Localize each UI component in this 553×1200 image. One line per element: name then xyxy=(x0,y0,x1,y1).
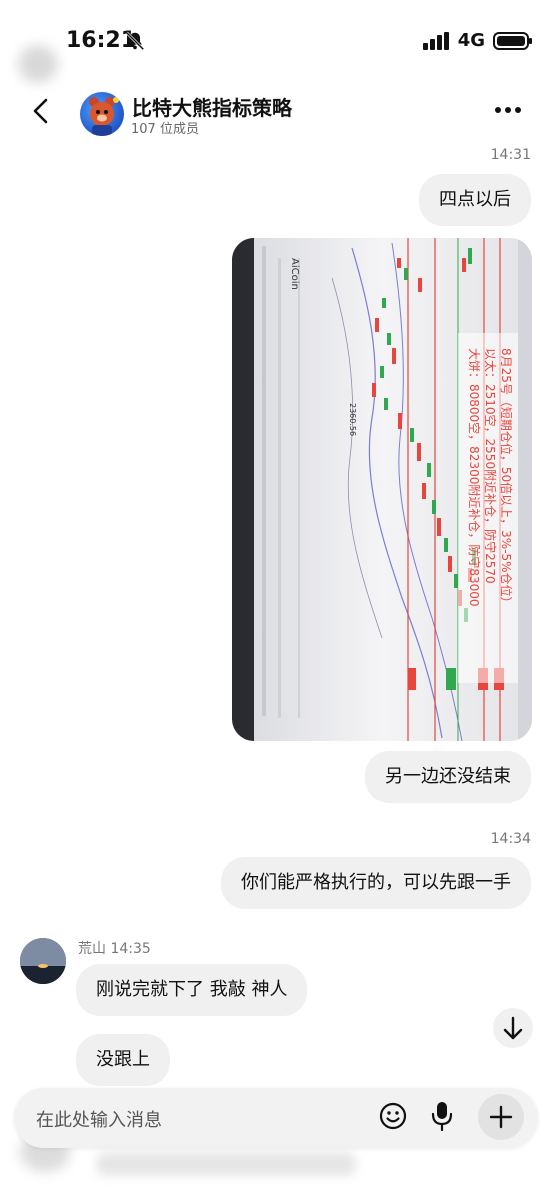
group-title[interactable]: 比特大熊指标策略 xyxy=(132,92,292,121)
peer-name-time: 荒山 14:35 xyxy=(78,941,151,957)
overlay-line-2: 以太：2510空，2550附近补仓，防守2570 xyxy=(483,348,498,584)
group-avatar[interactable] xyxy=(80,92,124,136)
message-text: 四点以后 xyxy=(439,189,511,210)
signal-icon xyxy=(422,31,449,50)
emoji-icon[interactable] xyxy=(378,1101,408,1131)
arrow-down-icon xyxy=(503,1016,523,1040)
price-level-label: 2360.56 xyxy=(348,403,357,436)
scroll-to-bottom-button[interactable] xyxy=(493,1008,533,1048)
app-name: AiCoin xyxy=(289,258,300,290)
overlay-line-1: 8月25号（短期仓位，50倍以上，3%-5%仓位） xyxy=(499,348,514,609)
battery-icon xyxy=(493,31,532,50)
message-bubble-peer[interactable]: 刚说完就下了 我敲 神人 xyxy=(76,964,308,1016)
blurred-notification xyxy=(18,45,58,83)
member-count: 107 位成员 xyxy=(131,122,199,137)
message-input[interactable]: 在此处输入消息 xyxy=(36,1106,162,1132)
peer-avatar[interactable] xyxy=(20,938,66,984)
trading-chart-image: AiCoin 2360.56 8月25号（短期仓位，50倍以上，3%-5%仓位）… xyxy=(232,238,532,741)
status-bar: 16:21 4G xyxy=(0,0,553,83)
network-label: 4G xyxy=(457,30,485,51)
message-bubble-self[interactable]: 另一边还没结束 xyxy=(365,751,531,803)
message-text: 刚说完就下了 我敲 神人 xyxy=(96,979,288,1000)
message-text: 另一边还没结束 xyxy=(385,766,511,787)
message-timestamp: 14:31 xyxy=(490,147,531,163)
attach-button[interactable] xyxy=(478,1094,524,1140)
bell-slash-icon xyxy=(125,31,145,51)
message-bubble-peer[interactable]: 没跟上 xyxy=(76,1034,170,1086)
more-icon[interactable] xyxy=(493,104,523,116)
message-bubble-self[interactable]: 你们能严格执行的，可以先跟一手 xyxy=(221,857,531,909)
message-text: 没跟上 xyxy=(96,1049,150,1070)
sunset-avatar-image xyxy=(20,938,66,984)
overlay-line-3: 大饼：80800空，82300附近补仓，防守83000 xyxy=(467,348,482,607)
message-composer[interactable]: 在此处输入消息 xyxy=(14,1088,538,1148)
plus-icon xyxy=(489,1105,513,1129)
back-icon[interactable] xyxy=(28,96,54,126)
message-text: 你们能严格执行的，可以先跟一手 xyxy=(241,872,511,893)
bear-mascot-icon xyxy=(89,97,119,136)
message-bubble-self[interactable]: 四点以后 xyxy=(419,174,531,226)
chat-header: 比特大熊指标策略 107 位成员 xyxy=(0,82,553,142)
chart-photo-attachment[interactable]: AiCoin 2360.56 8月25号（短期仓位，50倍以上，3%-5%仓位）… xyxy=(232,238,532,741)
mic-icon[interactable] xyxy=(430,1100,454,1132)
message-timestamp: 14:34 xyxy=(490,831,531,847)
blurred-area xyxy=(96,1152,356,1176)
